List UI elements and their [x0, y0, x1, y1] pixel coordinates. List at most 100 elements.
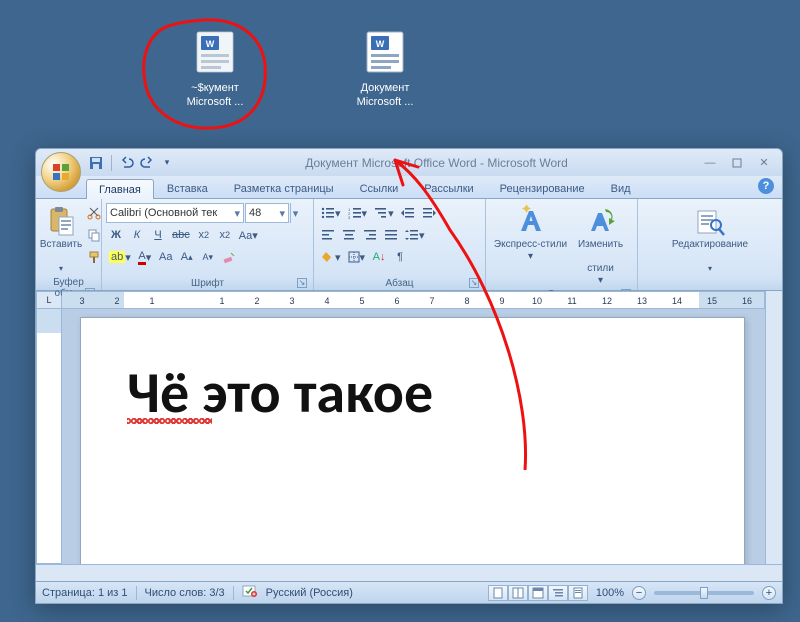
increase-indent-button[interactable] [419, 203, 439, 223]
clear-format-button[interactable] [219, 247, 239, 267]
status-words[interactable]: Число слов: 3/3 [145, 587, 225, 599]
office-button[interactable] [41, 152, 81, 192]
vertical-ruler[interactable] [36, 309, 62, 564]
italic-button[interactable]: К [127, 225, 147, 245]
font-name-combo[interactable]: Calibri (Основной тек▾ [106, 203, 244, 223]
change-styles-button[interactable]: Изменитьстили ▾ [571, 201, 631, 287]
tab-insert[interactable]: Вставка [154, 178, 221, 198]
launcher-icon[interactable]: ↘ [297, 278, 307, 288]
shading-button[interactable]: ▾ [318, 247, 344, 267]
proofing-icon[interactable] [242, 584, 258, 601]
numbering-button[interactable]: 123▾ [345, 203, 371, 223]
svg-text:W: W [376, 39, 385, 49]
align-right-button[interactable] [360, 225, 380, 245]
title-bar[interactable]: ▾ Документ Microsoft Office Word - Micro… [36, 149, 782, 176]
minimize-button[interactable]: — [698, 155, 722, 171]
justify-button[interactable] [381, 225, 401, 245]
desktop-icon-tempdoc[interactable]: W ~$кументMicrosoft ... [170, 28, 260, 109]
find-icon [694, 205, 726, 237]
view-full-screen[interactable] [508, 585, 528, 601]
decrease-indent-button[interactable] [398, 203, 418, 223]
tab-references[interactable]: Ссылки [347, 178, 412, 198]
zoom-in-button[interactable]: + [762, 586, 776, 600]
sort-button[interactable]: A↓ [369, 247, 389, 267]
tab-mailings[interactable]: Рассылки [411, 178, 486, 198]
status-language[interactable]: Русский (Россия) [266, 587, 353, 599]
cut-button[interactable] [84, 203, 104, 223]
group-label-editing [642, 276, 778, 290]
zoom-out-button[interactable]: − [632, 586, 646, 600]
tab-home[interactable]: Главная [86, 179, 154, 199]
zoom-value[interactable]: 100% [596, 587, 624, 599]
horizontal-ruler[interactable]: 32112345678910111213141516 [62, 291, 765, 309]
qat-redo-icon[interactable] [139, 155, 155, 171]
zoom-slider[interactable] [654, 591, 754, 595]
bullets-button[interactable]: ▾ [318, 203, 344, 223]
change-styles-icon [585, 205, 617, 237]
font-size-stepper[interactable]: ▾ [290, 203, 300, 223]
view-outline[interactable] [548, 585, 568, 601]
view-draft[interactable] [568, 585, 588, 601]
paste-button[interactable]: Вставить▾ [40, 201, 82, 275]
align-left-button[interactable] [318, 225, 338, 245]
status-page[interactable]: Страница: 1 из 1 [42, 587, 128, 599]
editing-button[interactable]: Редактирование▾ [666, 201, 754, 276]
superscript-button[interactable]: x2 [215, 225, 235, 245]
help-button[interactable]: ? [758, 178, 774, 194]
group-styles: Экспресс-стили ▾ Изменитьстили ▾ Стили↘ [486, 199, 638, 290]
align-center-button[interactable] [339, 225, 359, 245]
quick-styles-icon [515, 205, 547, 237]
page-viewport[interactable]: Чё это такое [62, 309, 765, 564]
tab-layout[interactable]: Разметка страницы [221, 178, 347, 198]
horizontal-scrollbar[interactable] [36, 564, 782, 581]
group-paragraph: ▾ 123▾ ▾ ▾ ▾ ▾ A↓ ¶ [314, 199, 486, 290]
strike-button[interactable]: abc [169, 225, 193, 245]
highlight-button[interactable]: ab▾ [106, 247, 134, 267]
maximize-button[interactable] [725, 155, 749, 171]
close-button[interactable]: ✕ [752, 155, 776, 171]
view-print-layout[interactable] [488, 585, 508, 601]
character-case-button[interactable]: Aa [156, 247, 176, 267]
format-painter-button[interactable] [84, 247, 104, 267]
bold-button[interactable]: Ж [106, 225, 126, 245]
subscript-button[interactable]: x2 [194, 225, 214, 245]
show-marks-button[interactable]: ¶ [390, 247, 410, 267]
launcher-icon[interactable]: ↘ [469, 278, 479, 288]
line-spacing-button[interactable]: ▾ [402, 225, 428, 245]
group-label-paragraph: Абзац↘ [318, 276, 481, 290]
qat-undo-icon[interactable] [119, 155, 135, 171]
ribbon: Вставить▾ Буфер обм…↘ Calibri (Основной … [36, 199, 782, 291]
tab-view[interactable]: Вид [598, 178, 644, 198]
font-color-button[interactable]: A▾ [135, 247, 155, 267]
grow-font-button[interactable]: A▴ [177, 247, 197, 267]
ruler-toggle[interactable] [765, 291, 782, 309]
svg-text:W: W [206, 39, 215, 49]
desktop-icon-doc[interactable]: W ДокументMicrosoft ... [340, 28, 430, 109]
ribbon-tabs: Главная Вставка Разметка страницы Ссылки… [36, 176, 782, 199]
document-text[interactable]: Чё это такое [127, 364, 698, 422]
copy-button[interactable] [84, 225, 104, 245]
multilevel-button[interactable]: ▾ [371, 203, 397, 223]
word-doc-icon: W [361, 28, 409, 76]
change-case-button[interactable]: Aa▾ [236, 225, 261, 245]
svg-text:3: 3 [348, 215, 351, 219]
window-buttons: — ✕ [698, 155, 776, 171]
view-web-layout[interactable] [528, 585, 548, 601]
page[interactable]: Чё это такое [80, 317, 745, 564]
shrink-font-button[interactable]: A▾ [198, 247, 218, 267]
horizontal-ruler-row: L 32112345678910111213141516 [36, 291, 782, 309]
qat-save-icon[interactable] [88, 155, 104, 171]
vertical-scrollbar[interactable] [765, 309, 782, 564]
group-clipboard: Вставить▾ Буфер обм…↘ [36, 199, 102, 290]
window-title: Документ Microsoft Office Word - Microso… [175, 156, 698, 170]
font-size-combo[interactable]: 48▾ [245, 203, 289, 223]
document-area: L 32112345678910111213141516 Чё это тако… [36, 291, 782, 581]
word-temp-icon: W [191, 28, 239, 76]
tab-review[interactable]: Рецензирование [487, 178, 598, 198]
clipboard-small-buttons [84, 201, 104, 275]
quick-styles-button[interactable]: Экспресс-стили ▾ [493, 201, 569, 287]
borders-button[interactable]: ▾ [345, 247, 369, 267]
qat-customize-icon[interactable]: ▾ [159, 155, 175, 171]
underline-button[interactable]: Ч [148, 225, 168, 245]
group-editing: Редактирование▾ [638, 199, 782, 290]
